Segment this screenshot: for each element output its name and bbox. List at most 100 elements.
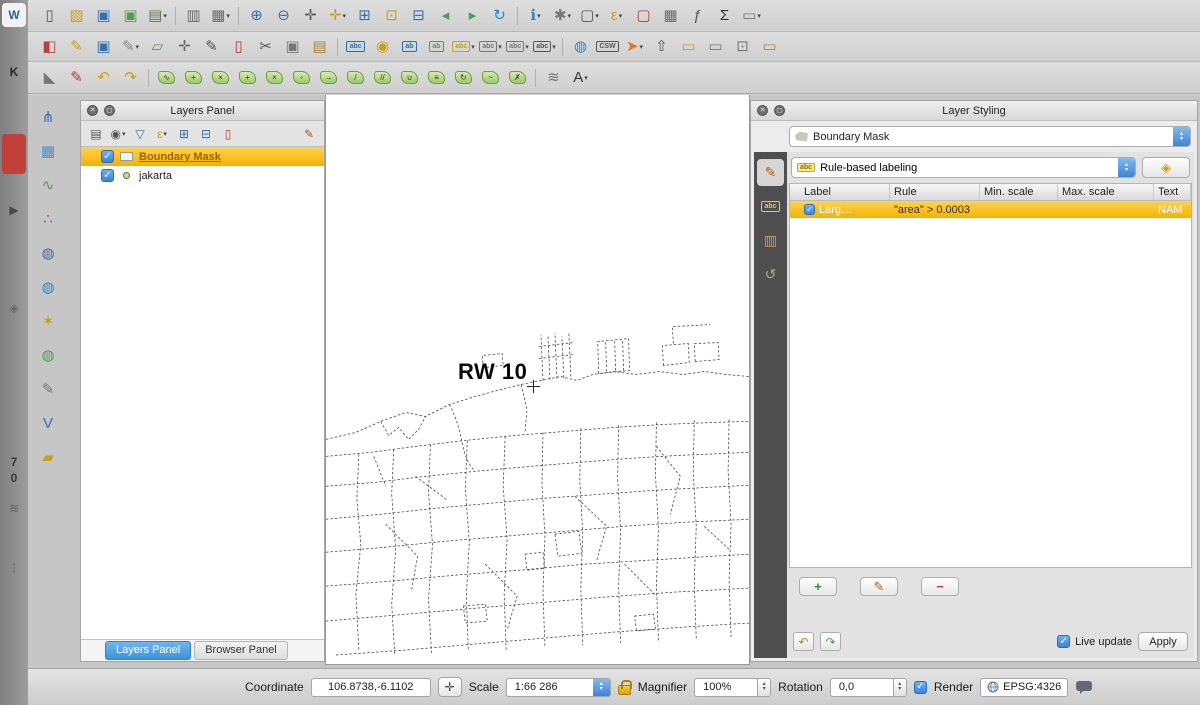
- undo-style-button[interactable]: ↶: [793, 632, 814, 651]
- filter-legend-icon[interactable]: ▽: [129, 124, 151, 144]
- split-parts-icon[interactable]: //: [369, 65, 396, 90]
- redo-edit-icon[interactable]: ↷: [117, 65, 144, 90]
- fill-ring-icon[interactable]: ◦: [288, 65, 315, 90]
- zero-label[interactable]: 0: [2, 466, 26, 490]
- open-project-icon[interactable]: ▨: [63, 3, 90, 28]
- rotate-point-symbols-icon[interactable]: ≋: [540, 65, 567, 90]
- remove-layer-icon[interactable]: ▯: [217, 124, 239, 144]
- spin-arrows-icon[interactable]: ▴▾: [757, 679, 770, 696]
- add-vector-layer-icon[interactable]: ∿: [35, 173, 62, 197]
- extent-toggle-icon[interactable]: ✛: [438, 677, 462, 697]
- new-project-icon[interactable]: ▯: [36, 3, 63, 28]
- rules-column-header[interactable]: Min. scale: [980, 184, 1058, 200]
- rule-row-largest[interactable]: Larg… "area" > 0.0003 NAM: [790, 201, 1191, 218]
- expand-all-icon[interactable]: ⊞: [173, 124, 195, 144]
- move-label-icon[interactable]: A ▾: [567, 65, 594, 90]
- separator[interactable]: [531, 65, 540, 90]
- offset-curve-icon[interactable]: →: [315, 65, 342, 90]
- composer-manager-icon[interactable]: ▦ ▾: [207, 3, 234, 28]
- csw-button[interactable]: CSW: [594, 34, 621, 59]
- magnifier-stepper[interactable]: 100% ▴▾: [694, 678, 771, 697]
- delete-selected-icon[interactable]: ▯: [225, 34, 252, 59]
- current-edits-icon[interactable]: ◧: [36, 34, 63, 59]
- waves-icon[interactable]: ≋: [2, 496, 26, 520]
- edit-rule-button[interactable]: ✎: [860, 577, 898, 596]
- manage-visibility-icon[interactable]: ◉ ▾: [107, 124, 129, 144]
- filter-by-expression-icon[interactable]: ε ▾: [151, 124, 173, 144]
- merge-features-icon[interactable]: ∪: [396, 65, 423, 90]
- new-virtual-layer-icon[interactable]: V: [35, 411, 62, 435]
- rules-column-header[interactable]: Label: [790, 184, 890, 200]
- measure-icon[interactable]: ▭ ▾: [738, 3, 765, 28]
- lock-scale-icon[interactable]: [618, 685, 631, 695]
- rules-column-header[interactable]: Text: [1154, 184, 1191, 200]
- rules-column-header[interactable]: Max. scale: [1058, 184, 1154, 200]
- zoom-to-layer-icon[interactable]: ⊟: [405, 3, 432, 28]
- labeling-settings-button[interactable]: ◈: [1142, 157, 1190, 178]
- history-tab-icon[interactable]: ↺: [757, 261, 784, 288]
- extent-rect-icon[interactable]: ▭: [675, 34, 702, 59]
- node-tool-icon[interactable]: ✎: [198, 34, 225, 59]
- copy-features-icon[interactable]: ▣: [279, 34, 306, 59]
- split-features-icon[interactable]: /: [342, 65, 369, 90]
- undo-edit-icon[interactable]: ↶: [90, 65, 117, 90]
- label-move-icon[interactable]: abc ▾: [477, 34, 504, 59]
- crs-button[interactable]: EPSG:4326: [980, 678, 1068, 697]
- labeling-mode-select[interactable]: abc Rule-based labeling ▴▾: [791, 157, 1136, 178]
- current-style-brush-icon[interactable]: ✎: [298, 124, 320, 144]
- scale-combo[interactable]: 1:66 286 ▴▾: [506, 678, 611, 697]
- extent-rect2-icon[interactable]: ▭: [702, 34, 729, 59]
- separator[interactable]: [144, 65, 153, 90]
- deselect-all-icon[interactable]: ▢: [630, 3, 657, 28]
- rules-column-header[interactable]: Rule: [890, 184, 980, 200]
- tab-browser-panel[interactable]: Browser Panel: [194, 641, 288, 660]
- add-wms-layer-icon[interactable]: ✶: [35, 309, 62, 333]
- delete-ring-icon[interactable]: ×: [207, 65, 234, 90]
- messages-bubble-icon[interactable]: [1075, 680, 1093, 695]
- open-attribute-table-icon[interactable]: ▦: [657, 3, 684, 28]
- play-button-icon[interactable]: ▶: [2, 198, 26, 222]
- symbology-tab-icon[interactable]: ✎: [757, 159, 784, 186]
- collapse-all-icon[interactable]: ⊟: [195, 124, 217, 144]
- zoom-next-icon[interactable]: ▸: [459, 3, 486, 28]
- close-panel-icon[interactable]: ✕: [87, 105, 98, 116]
- add-ring-icon[interactable]: +: [180, 65, 207, 90]
- style-paint-icon[interactable]: ✎: [63, 65, 90, 90]
- toggle-editing-icon[interactable]: ✎: [63, 34, 90, 59]
- separator[interactable]: [234, 3, 243, 28]
- remove-rule-button[interactable]: −: [921, 577, 959, 596]
- label-highlight-icon[interactable]: abc ▾: [450, 34, 477, 59]
- k-app-icon[interactable]: K: [2, 60, 26, 84]
- delete-part-icon[interactable]: ×: [261, 65, 288, 90]
- save-layer-edits-icon[interactable]: ▣: [90, 34, 117, 59]
- zoom-to-selection-icon[interactable]: ⊡: [378, 3, 405, 28]
- add-delimited-text-icon[interactable]: ✎: [35, 377, 62, 401]
- float-panel-icon[interactable]: ◻: [104, 105, 115, 116]
- zoom-out-icon[interactable]: ⊖: [270, 3, 297, 28]
- delete-feature-icon[interactable]: ✗: [504, 65, 531, 90]
- statistical-summary-icon[interactable]: Σ: [711, 3, 738, 28]
- labeling-abc-icon[interactable]: abc: [342, 34, 369, 59]
- separator[interactable]: [513, 3, 522, 28]
- tab-layers-panel[interactable]: Layers Panel: [105, 641, 191, 660]
- add-spatialite-layer-icon[interactable]: ◍: [35, 241, 62, 265]
- styling-layer-select[interactable]: Boundary Mask ▴▾: [789, 126, 1191, 147]
- pan-to-selection-icon[interactable]: ✛ ▾: [324, 3, 351, 28]
- new-shapefile-layer-icon[interactable]: ▰: [35, 445, 62, 469]
- save-project-icon[interactable]: ▣: [90, 3, 117, 28]
- pan-map-icon[interactable]: ✛: [297, 3, 324, 28]
- new-map-view-icon[interactable]: ▤ ▾: [144, 3, 171, 28]
- red-app-tile[interactable]: [2, 134, 26, 174]
- palette-icon[interactable]: ◈: [2, 296, 26, 320]
- rotate-feature-icon[interactable]: ↻: [450, 65, 477, 90]
- label-properties-icon[interactable]: abc ▾: [531, 34, 558, 59]
- layer-item-jakarta[interactable]: jakarta: [81, 166, 324, 185]
- labels-tab-icon[interactable]: abc: [757, 193, 784, 220]
- cad-tools-icon[interactable]: ◣: [36, 65, 63, 90]
- close-panel-icon[interactable]: ✕: [757, 105, 768, 116]
- layer-visibility-checkbox[interactable]: [101, 169, 114, 182]
- paste-features-icon[interactable]: ▤: [306, 34, 333, 59]
- digitizing-dropdown-icon[interactable]: ✎ ▾: [117, 34, 144, 59]
- run-feature-action-icon[interactable]: ✱ ▾: [549, 3, 576, 28]
- labeling-options-icon[interactable]: ◉: [369, 34, 396, 59]
